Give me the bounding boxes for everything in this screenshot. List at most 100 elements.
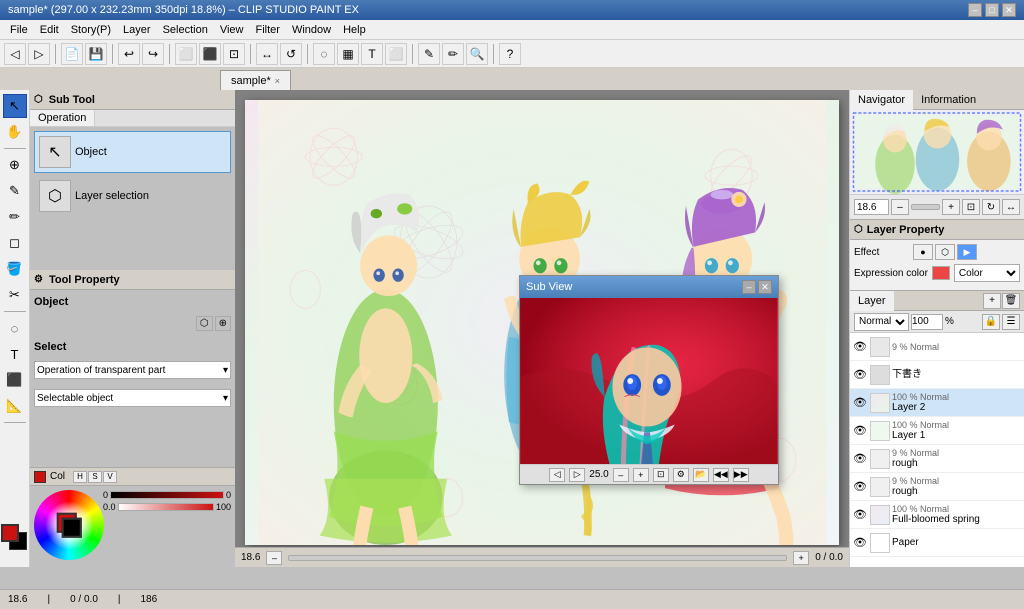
color-wheel[interactable] (34, 490, 104, 560)
tp-operation-dropdown[interactable]: Operation of transparent part ▾ (34, 361, 231, 379)
layer-row-0[interactable]: 👁 9 % Normal (850, 333, 1024, 361)
tb-sel[interactable]: ⊡ (223, 43, 245, 65)
background-color[interactable] (62, 518, 82, 538)
tool-shape[interactable]: ◻ (3, 231, 27, 255)
hue-slider[interactable] (110, 491, 224, 499)
color-swatch-fg[interactable] (34, 471, 46, 483)
layer-row-4[interactable]: 👁 9 % Normal rough (850, 445, 1024, 473)
layer-eye-1[interactable]: 👁 (852, 367, 868, 383)
nav-flip[interactable]: ↔ (1002, 199, 1020, 215)
color-mode-v[interactable]: V (103, 471, 117, 483)
canvas-container[interactable]: Sub View – ✕ (245, 100, 839, 545)
tool-pen[interactable]: ✎ (3, 179, 27, 203)
menu-help[interactable]: Help (337, 22, 372, 38)
tb-rotate[interactable]: ↺ (280, 43, 302, 65)
menu-filter[interactable]: Filter (250, 22, 286, 38)
sv-pp[interactable]: ◀◀ (713, 468, 729, 482)
fg-color-swatch[interactable] (1, 524, 19, 542)
tb-text[interactable]: T (361, 43, 383, 65)
tb-lasso[interactable]: ◌ (313, 43, 335, 65)
menu-story[interactable]: Story(P) (65, 22, 117, 38)
menu-view[interactable]: View (214, 22, 250, 38)
tb-undo[interactable]: ↩ (118, 43, 140, 65)
tb-brush[interactable]: ✏ (442, 43, 464, 65)
tool-rect[interactable]: ⬛ (3, 368, 27, 392)
doc-tab-sample[interactable]: sample* × (220, 70, 291, 90)
tp-selectable-dropdown[interactable]: Selectable object ▾ (34, 389, 231, 407)
layer-row-2[interactable]: 👁 100 % Normal Layer 2 (850, 389, 1024, 417)
tool-text[interactable]: T (3, 342, 27, 366)
tb-help[interactable]: ? (499, 43, 521, 65)
layer-row-3[interactable]: 👁 100 % Normal Layer 1 (850, 417, 1024, 445)
canvas-zoom-out-btn[interactable]: – (266, 551, 282, 565)
minimize-button[interactable]: – (968, 3, 982, 17)
effect-btn-3[interactable]: ▶ (957, 244, 977, 260)
tool-zoom[interactable]: ⊕ (3, 153, 27, 177)
tb-transform[interactable]: ↔ (256, 43, 278, 65)
maximize-button[interactable]: □ (985, 3, 999, 17)
tb-new2[interactable]: 📄 (61, 43, 83, 65)
tp-icon2[interactable]: ⊕ (215, 316, 231, 331)
sv-zoom-fit[interactable]: ⊡ (653, 468, 669, 482)
layer-lock-btn[interactable]: 🔒 (982, 314, 1000, 330)
sv-next[interactable]: ▷ (569, 468, 585, 482)
layer-options-btn[interactable]: ☰ (1002, 314, 1020, 330)
tool-fill[interactable]: 🪣 (3, 257, 27, 281)
layer-row-1[interactable]: 👁 下書き (850, 361, 1024, 389)
layer-new-btn[interactable]: + (983, 293, 1001, 309)
color-mode-h[interactable]: H (73, 471, 87, 483)
layer-eye-5[interactable]: 👁 (852, 479, 868, 495)
sat-slider[interactable] (118, 503, 214, 511)
sv-zoom-out[interactable]: – (613, 468, 629, 482)
canvas-zoom-in-btn[interactable]: + (793, 551, 809, 565)
tb-save[interactable]: 💾 (85, 43, 107, 65)
tb-open[interactable]: ▷ (28, 43, 50, 65)
nav-tab-navigator[interactable]: Navigator (850, 90, 913, 110)
tool-ruler[interactable]: 📐 (3, 394, 27, 418)
nav-zoom-input[interactable] (854, 199, 889, 215)
menu-selection[interactable]: Selection (157, 22, 214, 38)
doc-tab-close[interactable]: × (275, 76, 280, 86)
tb-new[interactable]: ◁ (4, 43, 26, 65)
nav-fit[interactable]: ⊡ (962, 199, 980, 215)
tb-pen[interactable]: ✎ (418, 43, 440, 65)
sv-nn[interactable]: ▶▶ (733, 468, 749, 482)
menu-window[interactable]: Window (286, 22, 337, 38)
sub-view-min[interactable]: – (742, 280, 756, 294)
color-mode-s[interactable]: S (88, 471, 102, 483)
layer-eye-3[interactable]: 👁 (852, 423, 868, 439)
lp-color-mode[interactable]: Color (954, 264, 1020, 282)
sv-open[interactable]: 📂 (693, 468, 709, 482)
sub-tool-layer-selection[interactable]: ⬡ Layer selection (34, 175, 231, 217)
layer-del-btn[interactable]: 🗑 (1002, 293, 1020, 309)
tb-paste[interactable]: ⬛ (199, 43, 221, 65)
effect-btn-1[interactable]: ● (913, 244, 933, 260)
sub-tool-object[interactable]: ↖ Object (34, 131, 231, 173)
tool-hand[interactable]: ✋ (3, 120, 27, 144)
layer-blend-mode[interactable]: Normal (854, 313, 909, 331)
sv-options[interactable]: ⚙ (673, 468, 689, 482)
close-button[interactable]: ✕ (1002, 3, 1016, 17)
tool-selection[interactable]: ◌ (3, 316, 27, 340)
tb-zoom[interactable]: 🔍 (466, 43, 488, 65)
canvas-zoom-slider[interactable] (288, 555, 787, 561)
layer-eye-2[interactable]: 👁 (852, 395, 868, 411)
menu-layer[interactable]: Layer (117, 22, 157, 38)
nav-rotate[interactable]: ↻ (982, 199, 1000, 215)
color-wheel-container[interactable] (34, 490, 99, 555)
tb-copy[interactable]: ⬜ (175, 43, 197, 65)
layer-row-5[interactable]: 👁 9 % Normal rough (850, 473, 1024, 501)
tb-eraser[interactable]: ⬜ (385, 43, 407, 65)
layer-tab-layer[interactable]: Layer (850, 291, 894, 311)
layer-row-6[interactable]: 👁 100 % Normal Full-bloomed spring (850, 501, 1024, 529)
effect-btn-2[interactable]: ⬡ (935, 244, 955, 260)
tool-select[interactable]: ↖ (3, 94, 27, 118)
layer-row-7[interactable]: 👁 Paper (850, 529, 1024, 557)
sv-prev[interactable]: ◁ (549, 468, 565, 482)
layer-eye-6[interactable]: 👁 (852, 507, 868, 523)
layer-eye-4[interactable]: 👁 (852, 451, 868, 467)
tool-pencil[interactable]: ✏ (3, 205, 27, 229)
sub-tab-operation[interactable]: Operation (30, 110, 95, 126)
tool-eraser[interactable]: ✂ (3, 283, 27, 307)
layer-opacity-input[interactable] (911, 314, 943, 330)
